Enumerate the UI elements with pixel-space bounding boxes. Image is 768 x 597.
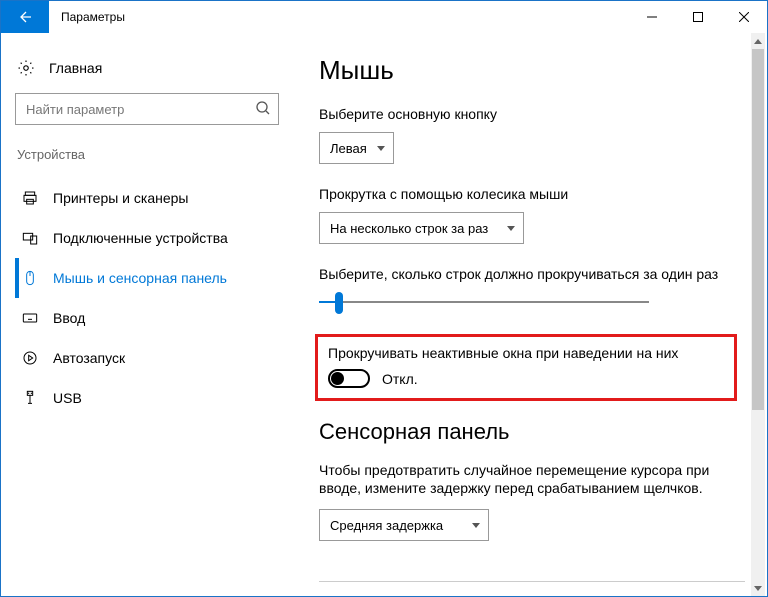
heading-mouse: Мышь (319, 55, 745, 86)
usb-icon (21, 390, 39, 406)
autoplay-icon (21, 350, 39, 366)
divider (319, 581, 745, 582)
chevron-down-icon (472, 523, 480, 528)
lines-label: Выберите, сколько строк должно прокручив… (319, 266, 745, 282)
search-input[interactable] (15, 93, 279, 125)
nav-connected-devices[interactable]: Подключенные устройства (15, 218, 289, 258)
scrollbar-thumb[interactable] (752, 49, 764, 410)
scrollbar[interactable] (751, 33, 765, 596)
printer-icon (21, 190, 39, 206)
chevron-down-icon (507, 226, 515, 231)
scroll-up-button[interactable] (751, 33, 765, 49)
scroll-mode-select[interactable]: На несколько строк за раз (319, 212, 524, 244)
settings-window: Параметры Главная (0, 0, 768, 597)
window-controls (629, 1, 767, 33)
category-label: Устройства (15, 147, 289, 162)
nav-autoplay[interactable]: Автозапуск (15, 338, 289, 378)
sidebar: Главная Устройства Принтеры и сканеры По… (1, 33, 293, 596)
caret-down-icon (754, 586, 762, 591)
chevron-down-icon (377, 146, 385, 151)
back-button[interactable] (1, 1, 49, 33)
nav-mouse-touchpad[interactable]: Мышь и сенсорная панель (15, 258, 289, 298)
home-label: Главная (49, 60, 102, 76)
search-wrap (15, 93, 279, 125)
lines-slider-wrap (319, 290, 745, 314)
minimize-button[interactable] (629, 1, 675, 33)
body: Главная Устройства Принтеры и сканеры По… (1, 33, 767, 596)
nav-label: Принтеры и сканеры (53, 190, 188, 206)
select-value: На несколько строк за раз (330, 221, 488, 236)
gear-icon (17, 59, 35, 77)
devices-icon (21, 230, 39, 246)
nav-list: Принтеры и сканеры Подключенные устройст… (15, 178, 289, 418)
scroll-mode-label: Прокрутка с помощью колесика мыши (319, 186, 745, 202)
nav-label: Ввод (53, 310, 85, 326)
select-value: Левая (330, 141, 367, 156)
close-button[interactable] (721, 1, 767, 33)
maximize-button[interactable] (675, 1, 721, 33)
lines-slider[interactable] (319, 290, 649, 314)
slider-thumb[interactable] (335, 292, 343, 314)
nav-label: Подключенные устройства (53, 230, 228, 246)
mouse-icon (21, 270, 39, 286)
nav-usb[interactable]: USB (15, 378, 289, 418)
primary-button-label: Выберите основную кнопку (319, 106, 745, 122)
toggle-state-label: Откл. (382, 371, 418, 387)
inactive-scroll-toggle-row: Откл. (328, 369, 724, 388)
nav-label: Автозапуск (53, 350, 125, 366)
inactive-scroll-label: Прокручивать неактивные окна при наведен… (328, 345, 724, 361)
keyboard-icon (21, 310, 39, 326)
home-button[interactable]: Главная (15, 53, 289, 91)
heading-touchpad: Сенсорная панель (319, 419, 745, 445)
touchpad-hint: Чтобы предотвратить случайное перемещени… (319, 461, 745, 497)
touchpad-delay-select[interactable]: Средняя задержка (319, 509, 489, 541)
inactive-scroll-toggle[interactable] (328, 369, 370, 388)
nav-label: USB (53, 390, 82, 406)
nav-printers[interactable]: Принтеры и сканеры (15, 178, 289, 218)
scrollbar-track[interactable] (751, 49, 765, 580)
scroll-down-button[interactable] (751, 580, 765, 596)
titlebar: Параметры (1, 1, 767, 33)
caret-up-icon (754, 39, 762, 44)
slider-track (319, 301, 649, 303)
highlight-box: Прокручивать неактивные окна при наведен… (315, 334, 737, 401)
nav-label: Мышь и сенсорная панель (53, 270, 227, 286)
content: Мышь Выберите основную кнопку Левая Прок… (293, 33, 767, 596)
window-title: Параметры (49, 1, 125, 33)
nav-typing[interactable]: Ввод (15, 298, 289, 338)
primary-button-select[interactable]: Левая (319, 132, 394, 164)
select-value: Средняя задержка (330, 518, 443, 533)
toggle-knob (331, 372, 344, 385)
